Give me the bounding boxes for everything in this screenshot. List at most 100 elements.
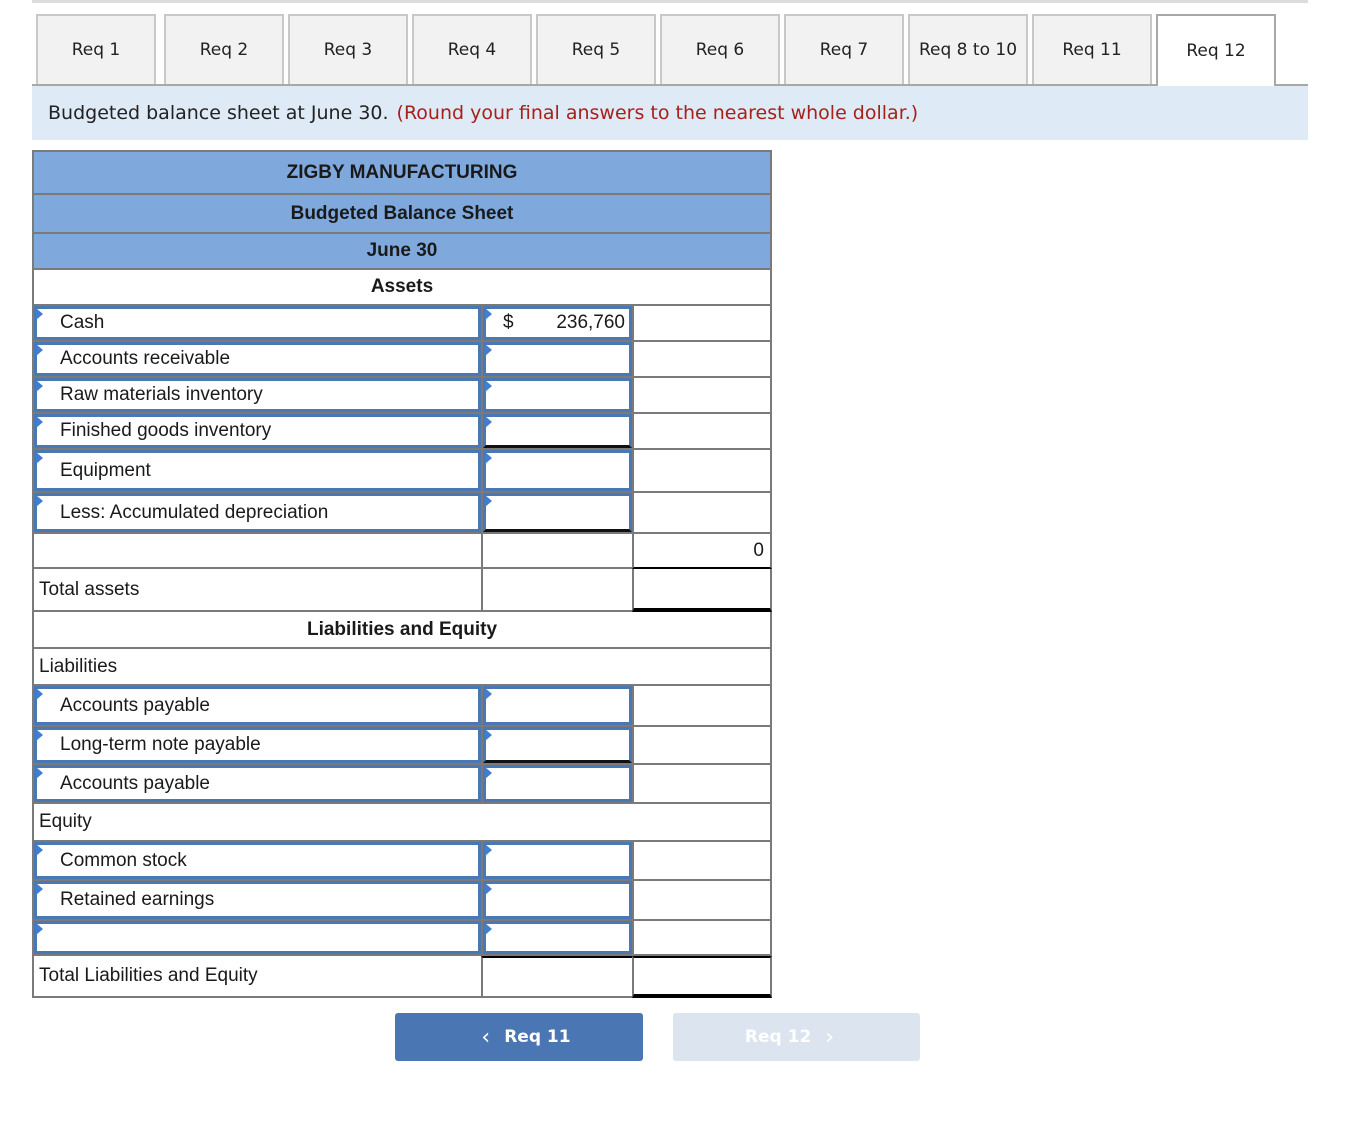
amount-input[interactable] <box>483 414 632 448</box>
company-name: ZIGBY MANUFACTURING <box>32 150 772 193</box>
next-req-button[interactable]: Req 12 › <box>673 1013 920 1061</box>
account-label: Common stock <box>60 849 187 871</box>
dropdown-marker-icon <box>36 495 43 507</box>
instruction-bar: Budgeted balance sheet at June 30. (Roun… <box>32 86 1308 140</box>
dropdown-marker-icon <box>36 308 43 320</box>
account-select[interactable]: Accounts payable <box>34 686 481 725</box>
liabilities-label: Liabilities <box>32 649 772 686</box>
account-label: Accounts payable <box>60 772 210 794</box>
equity-row: Common stock <box>32 842 772 881</box>
amount-input[interactable] <box>483 342 632 376</box>
amount-input[interactable] <box>483 921 632 954</box>
dropdown-marker-icon <box>36 688 43 700</box>
dropdown-marker-icon <box>36 844 43 856</box>
dropdown-marker-icon <box>485 452 492 464</box>
account-label: Accounts receivable <box>60 348 231 369</box>
account-select[interactable] <box>34 921 481 954</box>
asset-row-accounts-receivable: Accounts receivable <box>32 342 772 378</box>
prev-req-button[interactable]: ‹ Req 11 <box>395 1013 643 1061</box>
account-label: Cash <box>60 312 105 333</box>
tab-req-2[interactable]: Req 2 <box>164 14 284 84</box>
account-label: Retained earnings <box>60 889 215 910</box>
sheet-date: June 30 <box>32 232 772 270</box>
tab-req-4[interactable]: Req 4 <box>412 14 532 84</box>
tab-req-5[interactable]: Req 5 <box>536 14 656 84</box>
chevron-right-icon: › <box>825 1024 835 1050</box>
amount-input[interactable] <box>483 727 632 763</box>
account-label: Long-term note payable <box>60 734 261 755</box>
liability-row: Accounts payable <box>32 686 772 727</box>
tab-req-8-to-10[interactable]: Req 8 to 10 <box>908 14 1028 84</box>
tab-req-7[interactable]: Req 7 <box>784 14 904 84</box>
account-select[interactable]: Long-term note payable <box>34 727 481 763</box>
dropdown-marker-icon <box>36 380 43 392</box>
total-assets-value <box>632 569 772 612</box>
amount-input[interactable] <box>483 378 632 412</box>
account-label: Less: Accumulated depreciation <box>60 501 329 523</box>
subtotal-label <box>32 534 481 569</box>
dropdown-marker-icon <box>485 844 492 856</box>
assets-heading: Assets <box>32 270 772 306</box>
account-select[interactable]: Less: Accumulated depreciation <box>34 493 481 532</box>
dropdown-marker-icon <box>485 416 492 428</box>
tab-req-11[interactable]: Req 11 <box>1032 14 1152 84</box>
amount-input[interactable] <box>483 493 632 532</box>
account-select[interactable]: Raw materials inventory <box>34 378 481 412</box>
tab-req-1[interactable]: Req 1 <box>36 14 156 84</box>
dropdown-marker-icon <box>485 688 492 700</box>
dropdown-marker-icon <box>36 767 43 779</box>
amount-input[interactable] <box>483 842 632 879</box>
equity-row <box>32 921 772 956</box>
liability-row: Accounts payable <box>32 765 772 804</box>
dropdown-marker-icon <box>36 344 43 356</box>
currency-symbol: $ <box>503 312 514 333</box>
account-select[interactable]: Common stock <box>34 842 481 879</box>
total-liabilities-equity-label: Total Liabilities and Equity <box>32 956 481 998</box>
dropdown-marker-icon <box>36 452 43 464</box>
requirement-tabs: Req 1 Req 2 Req 3 Req 4 Req 5 Req 6 Req … <box>34 14 1308 86</box>
assets-subtotal-row: 0 <box>32 534 772 569</box>
amount-input[interactable] <box>483 450 632 491</box>
dropdown-marker-icon <box>36 729 43 741</box>
dropdown-marker-icon <box>485 380 492 392</box>
equity-row: Retained earnings <box>32 881 772 921</box>
dropdown-marker-icon <box>485 923 492 935</box>
dropdown-marker-icon <box>485 308 492 320</box>
account-select[interactable]: Retained earnings <box>34 881 481 919</box>
account-label: Raw materials inventory <box>60 384 263 405</box>
account-label: Finished goods inventory <box>60 420 272 441</box>
account-label: Equipment <box>60 459 151 481</box>
dropdown-marker-icon <box>36 923 43 935</box>
dropdown-marker-icon <box>485 729 492 741</box>
account-select[interactable]: Finished goods inventory <box>34 414 481 448</box>
asset-row-cash: Cash $236,760 <box>32 306 772 342</box>
account-select[interactable]: Equipment <box>34 450 481 491</box>
asset-row-finished-goods: Finished goods inventory <box>32 414 772 450</box>
amount-input[interactable] <box>483 881 632 919</box>
subtotal-value: 0 <box>632 534 772 569</box>
tab-req-3[interactable]: Req 3 <box>288 14 408 84</box>
prev-req-label: Req 11 <box>504 1027 571 1047</box>
dropdown-marker-icon <box>485 767 492 779</box>
next-req-label: Req 12 <box>744 1027 812 1047</box>
dropdown-marker-icon <box>485 495 492 507</box>
amount-input[interactable] <box>483 686 632 725</box>
total-assets-col2 <box>481 569 632 612</box>
top-divider <box>32 0 1308 3</box>
amount-input[interactable]: $236,760 <box>483 306 632 340</box>
account-select[interactable]: Cash <box>34 306 481 340</box>
dropdown-marker-icon <box>485 344 492 356</box>
account-select[interactable]: Accounts receivable <box>34 342 481 376</box>
subtotal-col2 <box>481 534 632 569</box>
amount-input[interactable] <box>483 765 632 802</box>
equity-label: Equity <box>32 804 772 842</box>
account-select[interactable]: Accounts payable <box>34 765 481 802</box>
instruction-text: Budgeted balance sheet at June 30. <box>48 102 389 124</box>
total-liabilities-equity-col2 <box>481 956 632 998</box>
tab-req-12[interactable]: Req 12 <box>1156 14 1276 86</box>
total-liabilities-equity-row: Total Liabilities and Equity <box>32 956 772 998</box>
dropdown-marker-icon <box>485 883 492 895</box>
tab-req-6[interactable]: Req 6 <box>660 14 780 84</box>
liabilities-equity-heading: Liabilities and Equity <box>32 612 772 649</box>
dropdown-marker-icon <box>36 416 43 428</box>
